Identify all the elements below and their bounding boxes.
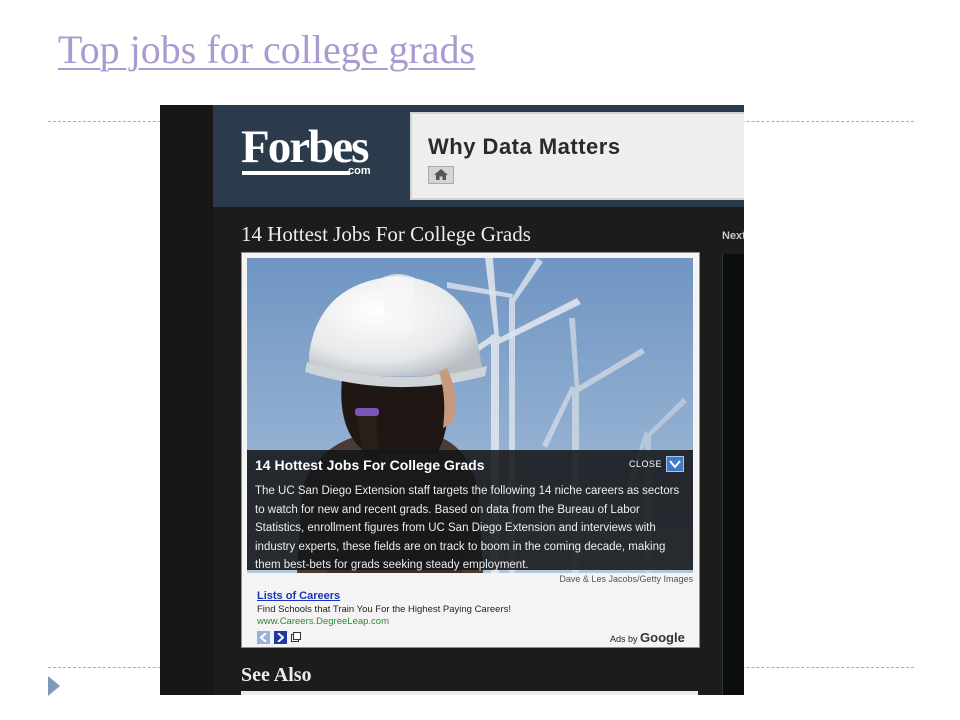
caption-body: The UC San Diego Extension staff targets… <box>255 485 680 571</box>
chevron-right-icon <box>277 633 284 642</box>
left-gutter <box>160 105 213 695</box>
ad-prev-button[interactable] <box>257 631 270 644</box>
close-label[interactable]: CLOSE <box>629 459 662 469</box>
ad-url[interactable]: www.Careers.DegreeLeap.com <box>257 616 389 627</box>
home-button[interactable] <box>428 166 454 184</box>
gallery-card: 14 Hottest Jobs For College Grads CLOSE … <box>241 252 700 648</box>
see-also-heading: See Also <box>241 664 312 686</box>
bullet-arrow-icon <box>48 676 60 696</box>
caption-overlay: 14 Hottest Jobs For College Grads CLOSE … <box>247 450 693 571</box>
article-title: 14 Hottest Jobs For College Grads <box>241 222 531 246</box>
banner-title: Why Data Matters <box>428 134 621 159</box>
logo-suffix: .com <box>345 165 371 177</box>
home-icon <box>434 169 448 180</box>
ads-by-google[interactable]: Ads by Google <box>610 630 685 645</box>
next-link[interactable]: Next <box>722 230 744 242</box>
forbes-screenshot: Forbes .com Why Data Matters 14 Hottest … <box>160 105 744 695</box>
forbes-logo[interactable]: Forbes <box>241 123 369 171</box>
caption-title: 14 Hottest Jobs For College Grads <box>255 457 485 473</box>
chevron-left-icon <box>260 633 267 642</box>
ad-next-button[interactable] <box>274 631 287 644</box>
google-wordmark: Google <box>640 630 685 645</box>
forbes-header: Forbes .com Why Data Matters <box>213 105 744 207</box>
popout-icon[interactable] <box>291 632 301 642</box>
see-also-divider <box>241 691 698 695</box>
next-slide-panel[interactable] <box>722 254 744 695</box>
close-caption-button[interactable] <box>666 456 684 472</box>
slide-title-link[interactable]: Top jobs for college grads <box>58 26 475 73</box>
logo-underline <box>242 171 350 175</box>
photo-credit: Dave & Les Jacobs/Getty Images <box>559 574 693 584</box>
ad-description: Find Schools that Train You For the High… <box>257 604 511 615</box>
chevron-down-icon <box>669 460 681 469</box>
ad-title-link[interactable]: Lists of Careers <box>257 590 340 602</box>
section-banner: Why Data Matters <box>410 112 744 200</box>
ads-by-label: Ads by <box>610 634 638 644</box>
